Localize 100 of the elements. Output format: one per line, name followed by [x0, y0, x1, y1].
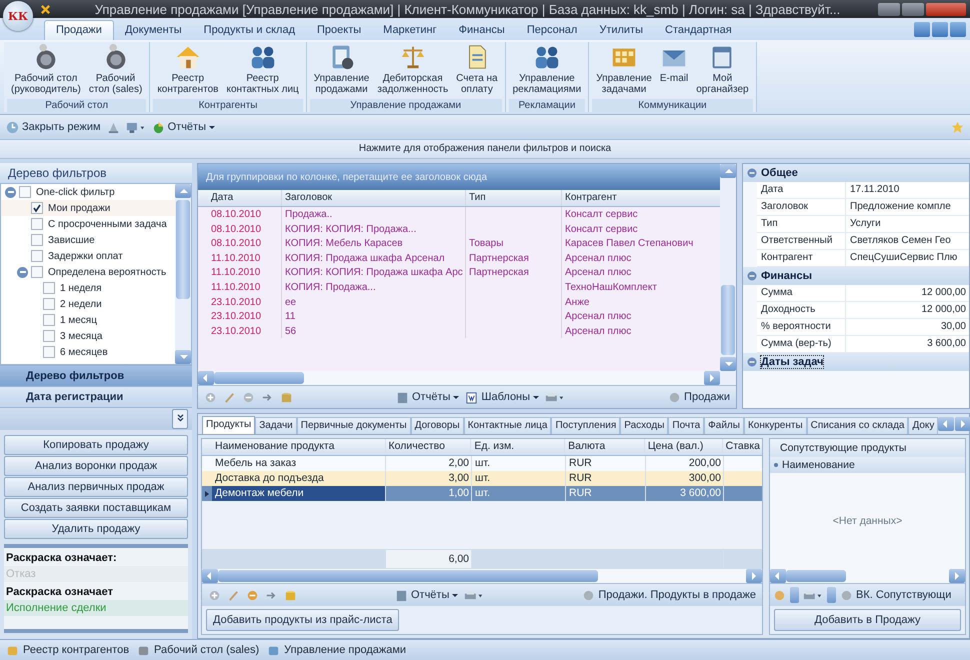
scrollbar[interactable] [720, 164, 736, 385]
expand-button[interactable] [172, 409, 188, 429]
scroll-up-button[interactable] [175, 184, 191, 198]
scroll-up-button[interactable] [720, 164, 736, 178]
templates-button[interactable]: Шаблоны [465, 390, 540, 404]
collapse-icon[interactable] [747, 271, 757, 281]
tab[interactable]: Конкуренты [744, 417, 807, 434]
property-value[interactable]: 12 000,00 [846, 285, 969, 301]
table-row[interactable]: Мебель на заказ 2,00 шт. RUR 200,00 [202, 456, 762, 471]
scroll-left-button[interactable] [770, 569, 786, 583]
collapse-icon[interactable] [5, 186, 16, 198]
ribbon-button[interactable]: Управление продажами [310, 42, 374, 99]
category-title[interactable]: Даты задач [761, 356, 824, 368]
dropdown-button[interactable] [827, 587, 836, 603]
scroll-right-button[interactable] [704, 371, 720, 385]
source-link[interactable]: Продажи. Продукты в продаже [582, 588, 756, 602]
tab[interactable]: Задачи [255, 417, 297, 434]
database-icon[interactable] [284, 588, 297, 602]
property-value[interactable]: 3 600,00 [846, 336, 969, 352]
navigation-pane-button[interactable]: Дата регистрации [0, 386, 192, 407]
column-header[interactable]: Дата [208, 190, 282, 206]
printer-dropdown-icon[interactable] [464, 588, 484, 602]
tree-item[interactable]: 3 месяца [1, 328, 175, 344]
column-header[interactable]: Наименование продукта [212, 439, 386, 455]
delete-icon[interactable] [246, 588, 259, 602]
reports-button[interactable]: Отчёты [394, 588, 458, 602]
collapse-icon[interactable] [747, 168, 757, 178]
scroll-down-button[interactable] [720, 357, 736, 371]
edit-icon[interactable] [223, 390, 236, 404]
tree-item[interactable]: Зависшие [1, 232, 175, 248]
ribbon-tab[interactable]: Продажи [44, 20, 114, 40]
scroll-down-button[interactable] [175, 350, 191, 364]
tree-item[interactable]: 1 месяц [1, 312, 175, 328]
checkbox[interactable] [43, 298, 55, 310]
reports-button[interactable]: Отчёты [152, 120, 215, 134]
close-button[interactable] [926, 2, 966, 16]
ribbon-tab[interactable]: Персонал [516, 21, 588, 40]
checkbox[interactable] [19, 186, 31, 198]
ribbon-tab[interactable]: Маркетинг [372, 21, 448, 40]
tab[interactable]: Расходы [620, 417, 668, 434]
printer-dropdown-icon[interactable] [545, 390, 566, 404]
add-to-sale-button[interactable]: Добавить в Продажу [774, 609, 961, 631]
scrollbar[interactable] [770, 569, 965, 583]
column-header[interactable]: Количество [386, 439, 472, 455]
scroll-right-button[interactable] [955, 417, 970, 431]
tree-item[interactable]: С просроченными задача [1, 216, 175, 232]
source-link[interactable]: Продажи [668, 390, 730, 404]
ribbon-tab[interactable]: Продукты и склад [192, 21, 306, 40]
tab[interactable]: Файлы [704, 417, 744, 434]
property-value[interactable]: Светляков Семен Гео [846, 233, 969, 249]
tab[interactable]: Первичные документы [296, 417, 411, 434]
property-value[interactable]: 12 000,00 [846, 302, 969, 318]
ribbon-tab[interactable]: Стандартная [654, 21, 743, 40]
checkbox[interactable] [43, 314, 55, 326]
ribbon-button[interactable]: Реестр контактных лиц [222, 42, 303, 99]
checkbox[interactable] [31, 218, 43, 230]
delete-icon[interactable] [242, 390, 255, 404]
close-mode-button[interactable]: Закрыть режим [6, 120, 101, 134]
edit-icon[interactable] [227, 588, 240, 602]
ribbon-tab[interactable]: Документы [114, 21, 193, 40]
scroll-right-button[interactable] [746, 569, 762, 583]
printer-dropdown-icon[interactable] [803, 588, 823, 602]
scrollbar-thumb[interactable] [176, 200, 190, 299]
navigation-pane-button[interactable]: Дерево фильтров [0, 365, 192, 386]
checkbox[interactable] [43, 330, 55, 342]
ribbon-tab[interactable]: Проекты [306, 21, 372, 40]
scrollbar[interactable] [175, 184, 191, 364]
scrollbar[interactable] [202, 569, 762, 583]
ribbon-button[interactable]: Счета на оплату [452, 42, 502, 99]
tree-item[interactable]: Задержки оплат [1, 248, 175, 264]
app-logo[interactable]: КК [3, 1, 33, 31]
window-tab[interactable]: Реестр контрагентов [6, 644, 130, 656]
tab[interactable]: Договоры [410, 417, 464, 434]
checkbox[interactable] [31, 266, 43, 278]
monitor-dropdown-icon[interactable] [126, 120, 146, 134]
window-tab[interactable]: Рабочий стол (sales) [137, 644, 260, 656]
column-header[interactable]: Заголовок [282, 190, 466, 206]
scrollbar-thumb[interactable] [214, 372, 304, 384]
action-button[interactable]: Удалить продажу [4, 519, 188, 539]
minimize-button[interactable] [914, 22, 930, 37]
collapse-icon[interactable] [747, 357, 757, 367]
action-button[interactable]: Анализ первичных продаж [4, 477, 188, 497]
tab[interactable]: Контактные лица [464, 417, 552, 434]
scroll-left-button[interactable] [938, 417, 954, 431]
property-value[interactable]: 30,00 [846, 319, 969, 335]
ribbon-button[interactable]: Управление рекламациями [508, 42, 586, 99]
column-header[interactable]: Ставка [722, 439, 762, 455]
column-header[interactable]: Валюта [565, 439, 645, 455]
tab[interactable]: Доку [908, 417, 938, 434]
category-title[interactable]: Финансы [761, 270, 812, 282]
tab[interactable]: Поступления [551, 417, 620, 434]
star-icon[interactable] [951, 120, 964, 134]
tree-item[interactable]: Мои продажи [1, 200, 175, 216]
action-button[interactable]: Анализ воронки продаж [4, 456, 188, 476]
tab[interactable]: Списания со склада [806, 417, 908, 434]
scroll-right-button[interactable] [949, 569, 965, 583]
scrollbar-thumb[interactable] [721, 285, 735, 355]
property-value[interactable]: Услуги [846, 216, 969, 232]
ribbon-button[interactable]: Рабочий стол (sales) [84, 42, 146, 99]
collapse-icon[interactable] [17, 266, 28, 278]
